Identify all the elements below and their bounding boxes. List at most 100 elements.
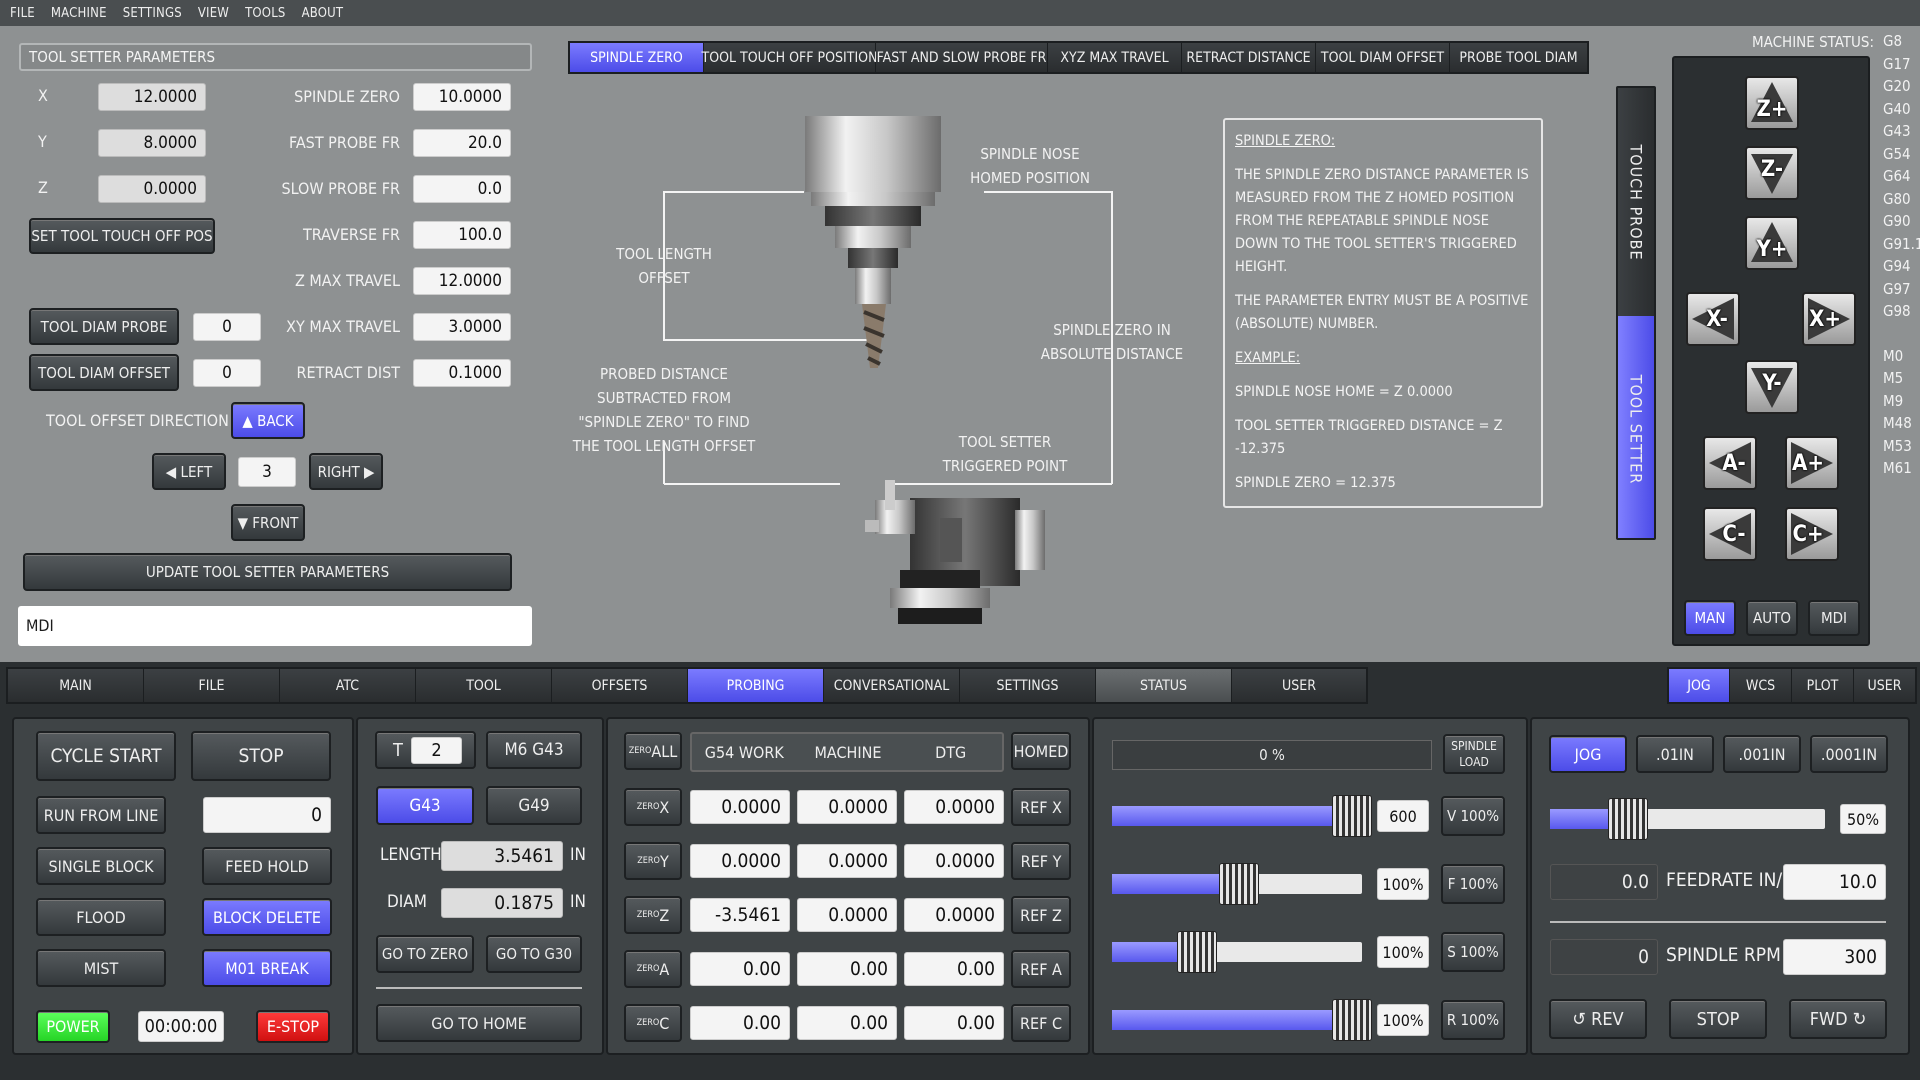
tool-length-field[interactable]: 3.5461 <box>441 841 563 871</box>
jog-c-plus-button[interactable]: C+ <box>1785 507 1839 561</box>
jog-y-plus-button[interactable]: Y+ <box>1745 216 1799 270</box>
menu-machine[interactable]: MACHINE <box>51 6 107 21</box>
override-knob[interactable] <box>1219 863 1259 905</box>
tool-diam-field[interactable]: 0.1875 <box>441 888 563 918</box>
single-block-button[interactable]: SINGLE BLOCK <box>36 847 166 885</box>
override-reset-button[interactable]: V 100% <box>1441 796 1505 836</box>
tab-tool-setter[interactable]: TOOL SETTER <box>1618 316 1654 538</box>
jog-inc-001-button[interactable]: .001IN <box>1723 735 1801 773</box>
jog-inc-01-button[interactable]: .01IN <box>1636 735 1714 773</box>
tab-probe-diam[interactable]: PROBE TOOL DIAM <box>1450 43 1587 72</box>
z-field[interactable]: 0.0000 <box>98 175 206 203</box>
flood-button[interactable]: FLOOD <box>36 898 166 936</box>
e-stop-button[interactable]: E-STOP <box>256 1010 330 1043</box>
back-button[interactable]: ▲ BACK <box>231 402 305 439</box>
set-touch-off-button[interactable]: SET TOOL TOUCH OFF POS <box>29 218 215 254</box>
menu-tools[interactable]: TOOLS <box>245 6 286 21</box>
ref-a-button[interactable]: REF A <box>1011 950 1071 988</box>
override-slider-spindle[interactable] <box>1112 931 1362 973</box>
tab-offsets[interactable]: OFFSETS <box>552 669 688 702</box>
tab-atc[interactable]: ATC <box>280 669 416 702</box>
tool-diam-probe-button[interactable]: TOOL DIAM PROBE <box>29 308 179 345</box>
fast-probe-field[interactable]: 20.0 <box>413 129 511 157</box>
tab-user[interactable]: USER <box>1232 669 1366 702</box>
tab-retract[interactable]: RETRACT DISTANCE <box>1182 43 1316 72</box>
update-params-button[interactable]: UPDATE TOOL SETTER PARAMETERS <box>23 553 512 591</box>
feedrate-field[interactable]: 10.0 <box>1783 864 1886 900</box>
mode-mdi-button[interactable]: MDI <box>1808 600 1860 636</box>
power-button[interactable]: POWER <box>36 1010 110 1043</box>
tab-jog[interactable]: JOG <box>1669 669 1730 702</box>
direction-field[interactable]: 3 <box>238 457 296 487</box>
dro-work-c[interactable]: 0.00 <box>690 1006 790 1040</box>
override-slider-rapid[interactable] <box>1112 795 1372 837</box>
mode-man-button[interactable]: MAN <box>1684 600 1736 636</box>
g43-button[interactable]: G43 <box>376 786 474 825</box>
m6-g43-button[interactable]: M6 G43 <box>486 731 582 769</box>
override-slider-feed[interactable] <box>1112 863 1362 905</box>
m01-break-button[interactable]: M01 BREAK <box>202 949 332 987</box>
jog-y-minus-button[interactable]: Y- <box>1745 360 1799 414</box>
feed-hold-button[interactable]: FEED HOLD <box>202 847 332 885</box>
tab-spindle-zero[interactable]: SPINDLE ZERO <box>570 43 704 72</box>
x-field[interactable]: 12.0000 <box>98 83 206 111</box>
dro-work-x[interactable]: 0.0000 <box>690 790 790 824</box>
tab-xyz-max[interactable]: XYZ MAX TRAVEL <box>1048 43 1182 72</box>
dro-work-z[interactable]: -3.5461 <box>690 898 790 932</box>
mdi-input[interactable]: MDI <box>18 606 532 646</box>
override-reset-button[interactable]: F 100% <box>1441 864 1505 904</box>
z-max-field[interactable]: 12.0000 <box>413 267 511 295</box>
jog-rate-knob[interactable] <box>1608 798 1648 840</box>
jog-x-plus-button[interactable]: X+ <box>1802 292 1856 346</box>
zero-a-button[interactable]: ZERO A <box>624 950 682 988</box>
tab-diam-offset[interactable]: TOOL DIAM OFFSET <box>1316 43 1450 72</box>
stop-button[interactable]: STOP <box>191 731 331 781</box>
zero-x-button[interactable]: ZERO X <box>624 788 682 826</box>
jog-a-minus-button[interactable]: A- <box>1703 436 1757 490</box>
ref-c-button[interactable]: REF C <box>1011 1004 1071 1042</box>
menu-settings[interactable]: SETTINGS <box>123 6 182 21</box>
tab-tool[interactable]: TOOL <box>416 669 552 702</box>
spindle-rev-button[interactable]: ↺ REV <box>1549 999 1647 1039</box>
jog-z-plus-button[interactable]: Z+ <box>1745 76 1799 130</box>
zero-z-button[interactable]: ZERO Z <box>624 896 682 934</box>
override-knob[interactable] <box>1332 999 1372 1041</box>
go-to-home-button[interactable]: GO TO HOME <box>376 1004 582 1042</box>
go-to-zero-button[interactable]: GO TO ZERO <box>376 935 474 973</box>
go-to-g30-button[interactable]: GO TO G30 <box>486 935 582 973</box>
dro-work-a[interactable]: 0.00 <box>690 952 790 986</box>
xy-max-field[interactable]: 3.0000 <box>413 313 511 341</box>
retract-field[interactable]: 0.1000 <box>413 359 511 387</box>
tool-diam-offset-field[interactable]: 0 <box>193 359 261 387</box>
tab-tool-touch-off[interactable]: TOOL TOUCH OFF POSITION <box>702 43 878 72</box>
tool-diam-probe-field[interactable]: 0 <box>193 313 261 341</box>
run-from-line-button[interactable]: RUN FROM LINE <box>36 796 166 834</box>
y-field[interactable]: 8.0000 <box>98 129 206 157</box>
jog-rate-slider[interactable] <box>1550 798 1825 840</box>
zero-y-button[interactable]: ZERO Y <box>624 842 682 880</box>
tool-diam-offset-button[interactable]: TOOL DIAM OFFSET <box>29 354 179 391</box>
right-button[interactable]: RIGHT ▶ <box>309 453 383 490</box>
tab-probing[interactable]: PROBING <box>688 669 824 702</box>
traverse-field[interactable]: 100.0 <box>413 221 511 249</box>
slow-probe-field[interactable]: 0.0 <box>413 175 511 203</box>
mode-auto-button[interactable]: AUTO <box>1746 600 1798 636</box>
spindle-rpm-field[interactable]: 300 <box>1783 939 1886 975</box>
tab-wcs[interactable]: WCS <box>1730 669 1792 702</box>
jog-continuous-button[interactable]: JOG <box>1549 735 1627 773</box>
zero-all-button[interactable]: ZERO ALL <box>624 732 682 770</box>
override-knob[interactable] <box>1332 795 1372 837</box>
dro-work-y[interactable]: 0.0000 <box>690 844 790 878</box>
front-button[interactable]: ▼ FRONT <box>231 504 305 541</box>
override-knob[interactable] <box>1177 931 1217 973</box>
left-button[interactable]: ◀ LEFT <box>152 453 226 490</box>
tab-conversational[interactable]: CONVERSATIONAL <box>824 669 960 702</box>
cycle-start-button[interactable]: CYCLE START <box>36 731 176 781</box>
menu-about[interactable]: ABOUT <box>302 6 344 21</box>
g49-button[interactable]: G49 <box>486 786 582 825</box>
tool-number-field[interactable]: 2 <box>411 737 462 764</box>
tab-settings[interactable]: SETTINGS <box>960 669 1096 702</box>
ref-z-button[interactable]: REF Z <box>1011 896 1071 934</box>
menu-file[interactable]: FILE <box>10 6 35 21</box>
override-reset-button[interactable]: R 100% <box>1441 1000 1505 1040</box>
